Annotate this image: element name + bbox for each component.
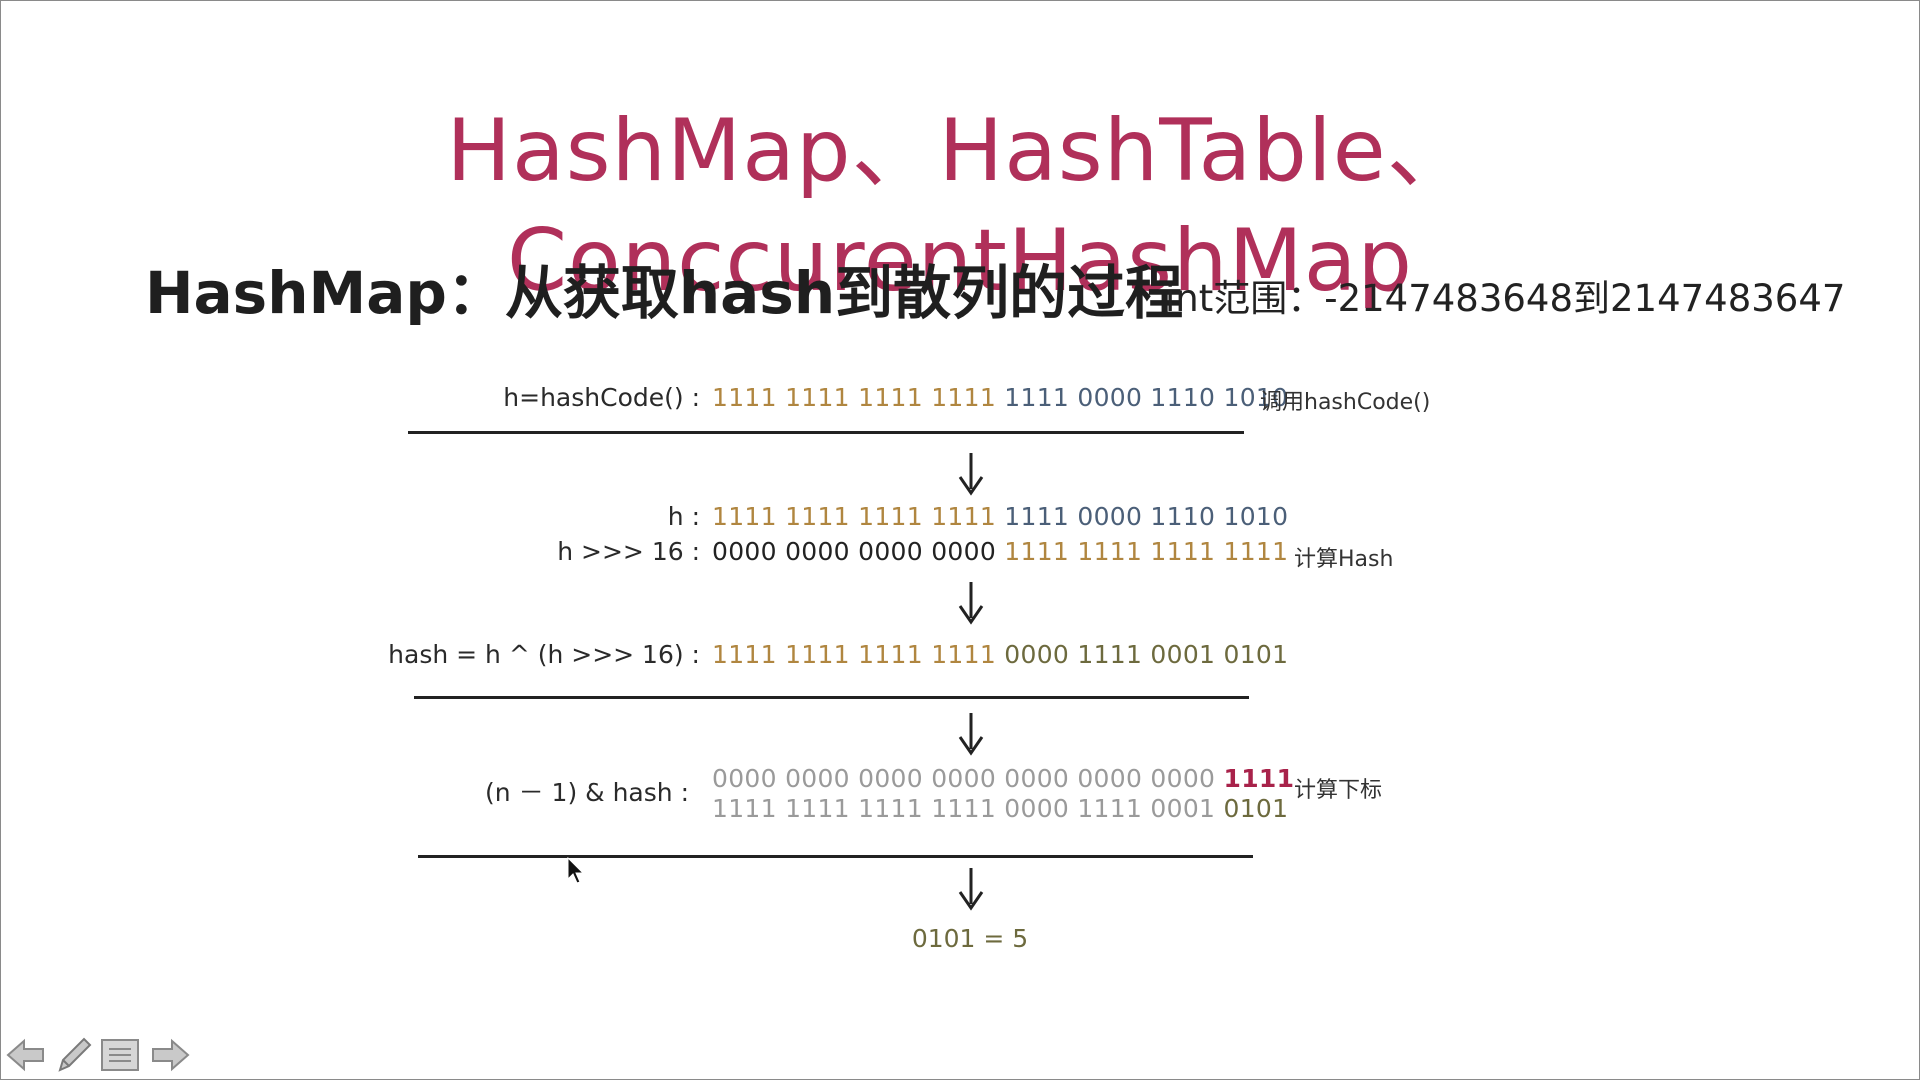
compute-index-note: 计算下标 — [1294, 778, 1383, 803]
shift-label: h >>> 16 : — [557, 537, 700, 566]
mouse-cursor-icon — [567, 857, 585, 884]
h-bits-low: 1111 0000 1110 1010 — [1004, 502, 1289, 531]
arrow-down-icon — [958, 868, 984, 911]
arrow-left-icon[interactable] — [6, 1036, 46, 1074]
shift-bits-low: 1111 1111 1111 1111 — [1004, 537, 1289, 566]
mask-bits: 0000 0000 0000 0000 0000 0000 0000 1111 — [712, 762, 1294, 796]
hashcode-bits-low: 1111 0000 1110 1010 — [1004, 383, 1289, 412]
arrow-right-icon[interactable] — [150, 1036, 190, 1074]
hash-bits-high: 1111 1111 1111 1111 — [712, 640, 997, 669]
hashcode-bits: 1111 1111 1111 1111 1111 0000 1110 1010 — [712, 381, 1288, 415]
hash-bits: 1111 1111 1111 1111 0000 1111 0001 0101 — [712, 638, 1288, 672]
index-result: 0101 = 5 — [911, 924, 1029, 953]
index-label: (n － 1) & hash : — [485, 778, 689, 807]
arrow-down-icon — [958, 713, 984, 756]
int-range-note: int范围：-2147483648到2147483647 — [1165, 277, 1846, 320]
hashcode-note: 调用hashCode() — [1260, 390, 1431, 415]
shift-bits-high: 0000 0000 0000 0000 — [712, 537, 997, 566]
index-hash-bits-high: 1111 1111 1111 1111 0000 1111 0001 — [712, 794, 1216, 823]
arrow-down-icon — [958, 582, 984, 625]
h-label: h : — [667, 502, 700, 531]
hashcode-label: h=hashCode() : — [503, 383, 700, 412]
menu-icon[interactable] — [100, 1036, 140, 1074]
mask-bits-ones: 1111 — [1223, 764, 1295, 793]
index-hash-bits: 1111 1111 1111 1111 0000 1111 0001 0101 — [712, 792, 1288, 826]
divider-3 — [418, 855, 1253, 858]
shift-bits: 0000 0000 0000 0000 1111 1111 1111 1111 — [712, 535, 1288, 569]
mask-bits-zero: 0000 0000 0000 0000 0000 0000 0000 — [712, 764, 1216, 793]
divider-1 — [408, 431, 1244, 434]
slide-subtitle: HashMap：从获取hash到散列的过程 — [145, 259, 1184, 327]
h-bits: 1111 1111 1111 1111 1111 0000 1110 1010 — [712, 500, 1288, 534]
divider-2 — [414, 696, 1249, 699]
h-bits-high: 1111 1111 1111 1111 — [712, 502, 997, 531]
hash-bits-low: 0000 1111 0001 0101 — [1004, 640, 1289, 669]
hashcode-bits-high: 1111 1111 1111 1111 — [712, 383, 997, 412]
hash-label: hash = h ^ (h >>> 16) : — [388, 640, 700, 669]
arrow-down-icon — [958, 453, 984, 496]
pen-icon[interactable] — [54, 1036, 94, 1074]
compute-hash-note: 计算Hash — [1294, 547, 1394, 572]
index-hash-bits-low: 0101 — [1223, 794, 1289, 823]
